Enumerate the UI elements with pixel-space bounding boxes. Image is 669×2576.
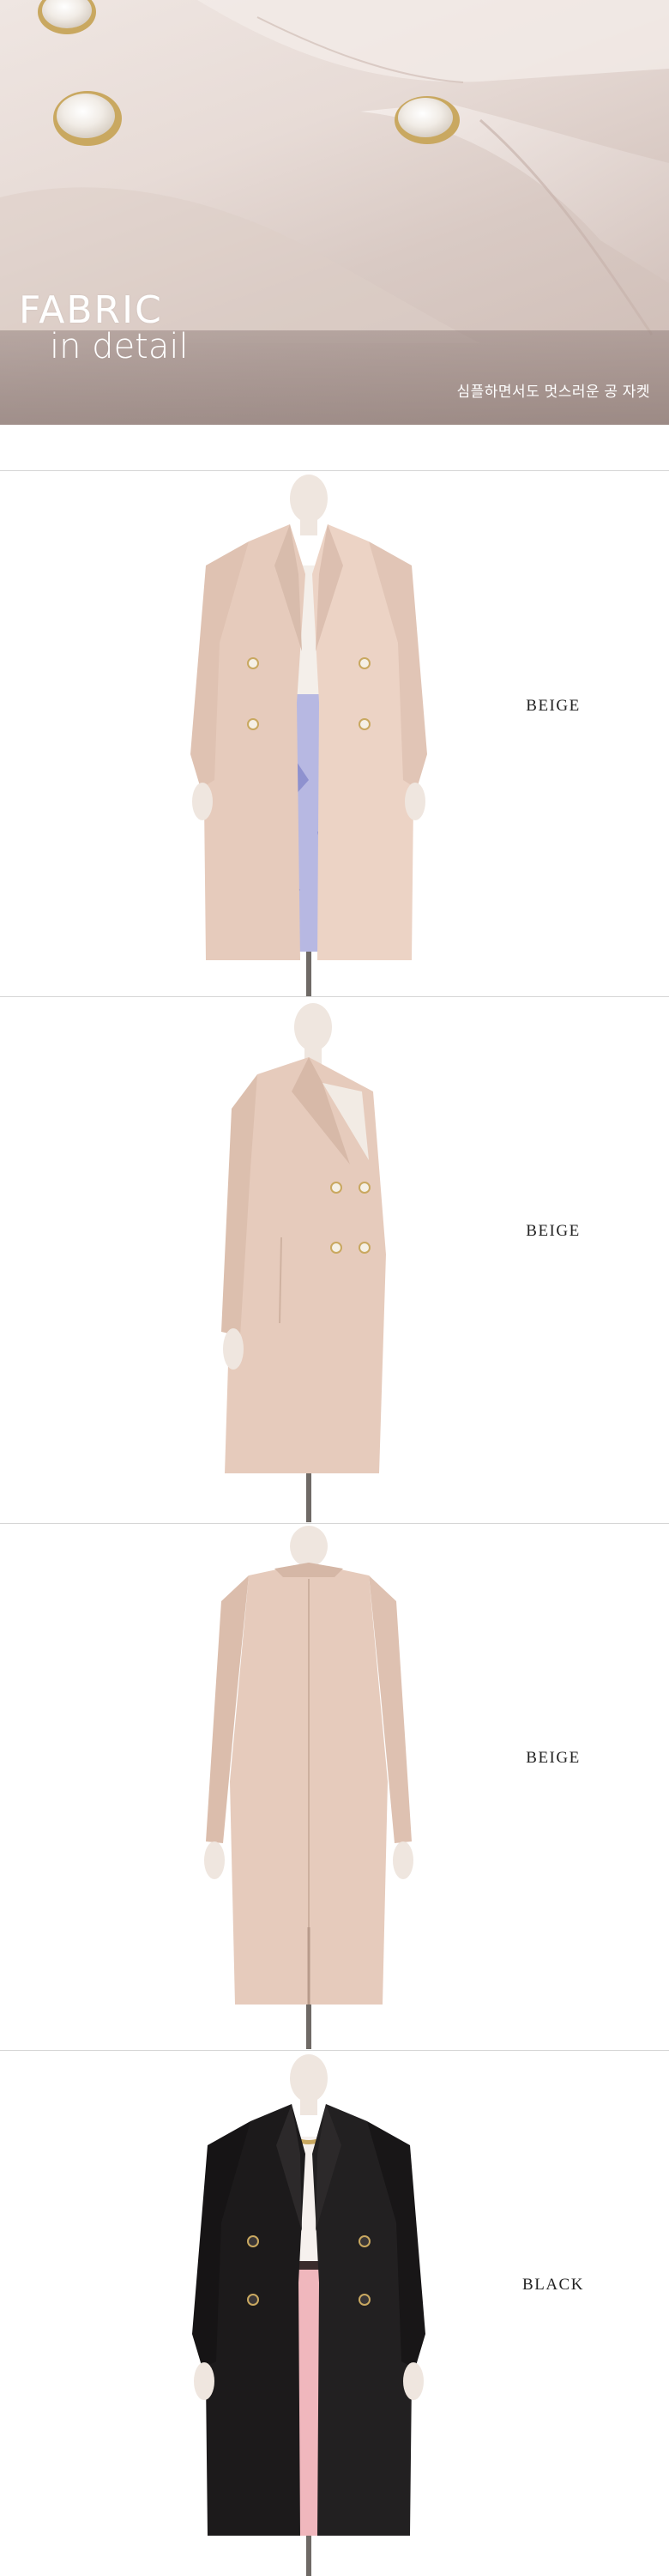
hero-title: FABRIC: [19, 288, 163, 332]
color-label: BEIGE: [526, 1222, 581, 1240]
hero-subtitle: in detail: [50, 327, 189, 366]
beige-coat-back-image: [204, 1526, 413, 2049]
button-closeup-3: [395, 96, 460, 144]
color-label: BLACK: [522, 2276, 584, 2294]
product-panel-beige-front: BEIGE: [0, 471, 669, 996]
beige-coat-side-image: [221, 1003, 386, 1522]
fabric-detail-hero: FABRIC in detail 심플하면서도 멋스러운 공 자켓: [0, 0, 669, 425]
color-label: BEIGE: [526, 1749, 581, 1767]
black-coat-front-image: [192, 2054, 425, 2576]
hero-caption: 심플하면서도 멋스러운 공 자켓: [456, 384, 650, 400]
button-closeup-1: [38, 0, 96, 34]
button-closeup-2: [53, 91, 122, 146]
product-panel-beige-back: BEIGE: [0, 1524, 669, 2049]
product-panel-black-front: BLACK: [0, 2051, 669, 2576]
color-label: BEIGE: [526, 697, 581, 715]
beige-coat-front-image: [190, 475, 427, 996]
product-panel-beige-side: BEIGE: [0, 997, 669, 1522]
product-detail-page: FABRIC in detail 심플하면서도 멋스러운 공 자켓 BEIGE …: [0, 0, 669, 2576]
